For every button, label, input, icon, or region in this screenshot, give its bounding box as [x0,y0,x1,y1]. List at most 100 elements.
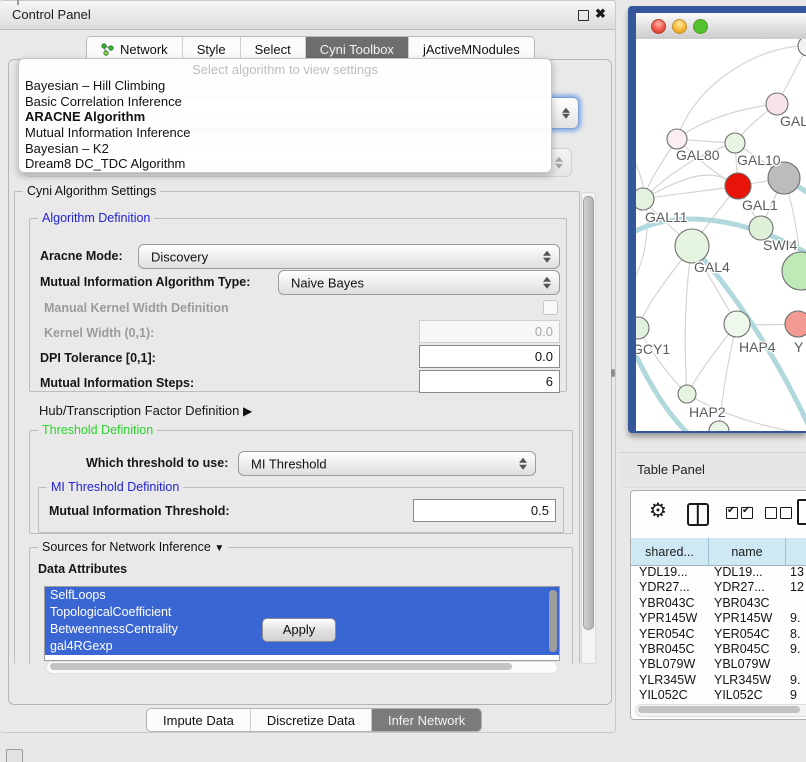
settings-vertical-scrollbar[interactable] [581,192,596,664]
kernel-width-input[interactable]: 0.0 [419,320,560,343]
column-header-name[interactable]: name [709,538,786,566]
table-row[interactable]: YBR043CYBR043C [631,596,806,611]
sources-group-title[interactable]: Sources for Network Inference ▼ [38,540,228,554]
network-view-window: GAL7GAL80GAL10GAL1GAL11SWI4GAL4HAP4YGCY1… [628,6,806,433]
table-panel-title: Table Panel [637,462,705,477]
table-row[interactable]: YIL052CYIL052C9 [631,688,806,703]
network-canvas[interactable]: GAL7GAL80GAL10GAL1GAL11SWI4GAL4HAP4YGCY1… [636,39,806,431]
tab-discretize-data-label: Discretize Data [267,713,355,728]
window-edge-mark [17,0,19,5]
network-node-gcy1[interactable] [636,317,649,339]
scrollbar-thumb[interactable] [50,663,512,670]
network-node-gal7[interactable] [766,93,788,115]
table-row[interactable]: YBL079WYBL079W [631,657,806,672]
list-horizontal-scrollbar[interactable] [46,661,558,674]
zoom-traffic-light-icon[interactable] [693,19,708,34]
algorithm-dropdown-item[interactable]: Bayesian – Hill Climbing [19,78,551,94]
table-cell: 9. [782,642,806,657]
data-attributes-label: Data Attributes [38,562,127,576]
table-cell: YBR043C [631,596,706,611]
new-table-icon[interactable] [797,499,806,525]
network-node-gal1[interactable] [725,173,751,199]
combo-stepper-icon [555,155,564,170]
network-node[interactable] [709,421,729,431]
column-header-partial[interactable]: A [786,538,806,566]
network-node[interactable] [782,252,806,290]
table-cell: YLR345W [706,673,782,688]
network-node-label: GAL80 [676,147,720,163]
apply-button[interactable]: Apply [262,618,336,642]
select-all-checkbox-icon[interactable] [726,507,738,519]
table-row[interactable]: YLR345WYLR345W9. [631,673,806,688]
table-horizontal-scrollbar[interactable] [635,704,806,717]
network-node-gal80[interactable] [667,129,687,149]
network-node-label: GCY1 [636,341,670,357]
network-edge[interactable] [638,328,687,394]
dpi-tolerance-input[interactable]: 0.0 [419,345,560,368]
network-node-y[interactable] [785,311,806,337]
cyni-algorithm-settings-group: Cyni Algorithm Settings Algorithm Defini… [14,191,580,664]
table-row[interactable]: YER054CYER054C8. [631,627,806,642]
network-node-gal10[interactable] [725,133,745,153]
table-row[interactable]: YPR145WYPR145W9. [631,611,806,626]
kernel-width-label: Kernel Width (0,1): [44,326,154,340]
manual-kernel-checkbox[interactable] [543,300,558,315]
float-window-icon[interactable] [578,10,589,21]
list-vertical-scrollbar[interactable] [549,590,557,652]
minimize-traffic-light-icon[interactable] [672,19,687,34]
network-node-label: GAL7 [780,113,806,129]
table-cell: 8. [782,627,806,642]
splitter-handle[interactable] [611,369,615,377]
deselect-all-checkbox-icon2[interactable] [780,507,792,519]
network-edge[interactable] [685,246,692,394]
network-view-titlebar[interactable] [636,13,806,40]
hub-section-toggle[interactable]: Hub/Transcription Factor Definition ▶ [39,403,252,418]
select-all-checkbox-icon2[interactable] [741,507,753,519]
table-row[interactable]: YDR27...YDR27...12 [631,580,806,595]
network-node-gal11[interactable] [636,188,654,210]
mi-threshold-input[interactable]: 0.5 [413,499,556,522]
minimized-panel-icon[interactable] [6,749,23,762]
table-cell: YER054C [631,627,706,642]
aracne-mode-combobox[interactable]: Discovery [138,244,560,269]
scrollbar-thumb[interactable] [638,706,800,713]
mi-type-combobox[interactable]: Naive Bayes [278,270,560,295]
which-threshold-combobox[interactable]: MI Threshold [238,451,536,476]
network-node-gal4[interactable] [675,229,709,263]
cyni-bottom-tabbar: Impute Data Discretize Data Infer Networ… [146,708,482,732]
network-node-hap2[interactable] [678,385,696,403]
mi-steps-input[interactable]: 6 [419,370,560,393]
gear-icon[interactable]: ⚙ [649,501,667,521]
column-header-shared-name[interactable]: shared... [631,538,709,566]
combo-stepper-icon [543,275,552,290]
data-attribute-item[interactable]: SelfLoops [45,587,559,604]
columns-icon[interactable] [687,503,709,526]
algorithm-dropdown-item[interactable]: Dream8 DC_TDC Algorithm [19,156,551,172]
algorithm-dropdown-item[interactable]: ARACNE Algorithm [19,109,551,125]
network-edge[interactable] [643,186,738,199]
screen: Control Panel ✖ Network Style Se [0,0,806,762]
network-edge[interactable] [643,175,738,199]
network-node-hap4[interactable] [724,311,750,337]
tab-infer-network[interactable]: Infer Network [372,709,481,731]
close-icon[interactable]: ✖ [595,6,606,22]
tab-impute-data[interactable]: Impute Data [147,709,251,731]
manual-kernel-label: Manual Kernel Width Definition [44,301,229,315]
scrollbar-thumb[interactable] [583,196,594,630]
close-traffic-light-icon[interactable] [651,19,666,34]
table-row[interactable]: YDL19...YDL19...13 [631,565,806,580]
algorithm-dropdown-item[interactable]: Basic Correlation Inference [19,94,551,110]
threshold-definition-group: Threshold Definition Which threshold to … [29,430,573,534]
tab-discretize-data[interactable]: Discretize Data [251,709,372,731]
network-node-label: SWI4 [763,237,797,253]
aracne-mode-value: Discovery [151,249,208,264]
table-cell: 12 [782,580,806,595]
deselect-all-checkbox-icon[interactable] [765,507,777,519]
algorithm-dropdown-item[interactable]: Bayesian – K2 [19,141,551,157]
sources-group: Sources for Network Inference ▼ Data Att… [29,547,573,665]
algorithm-dropdown-item[interactable]: Mutual Information Inference [19,125,551,141]
threshold-definition-title: Threshold Definition [38,423,157,437]
network-node[interactable] [798,39,806,56]
mi-type-value: Naive Bayes [291,275,364,290]
table-row[interactable]: YBR045CYBR045C9. [631,642,806,657]
